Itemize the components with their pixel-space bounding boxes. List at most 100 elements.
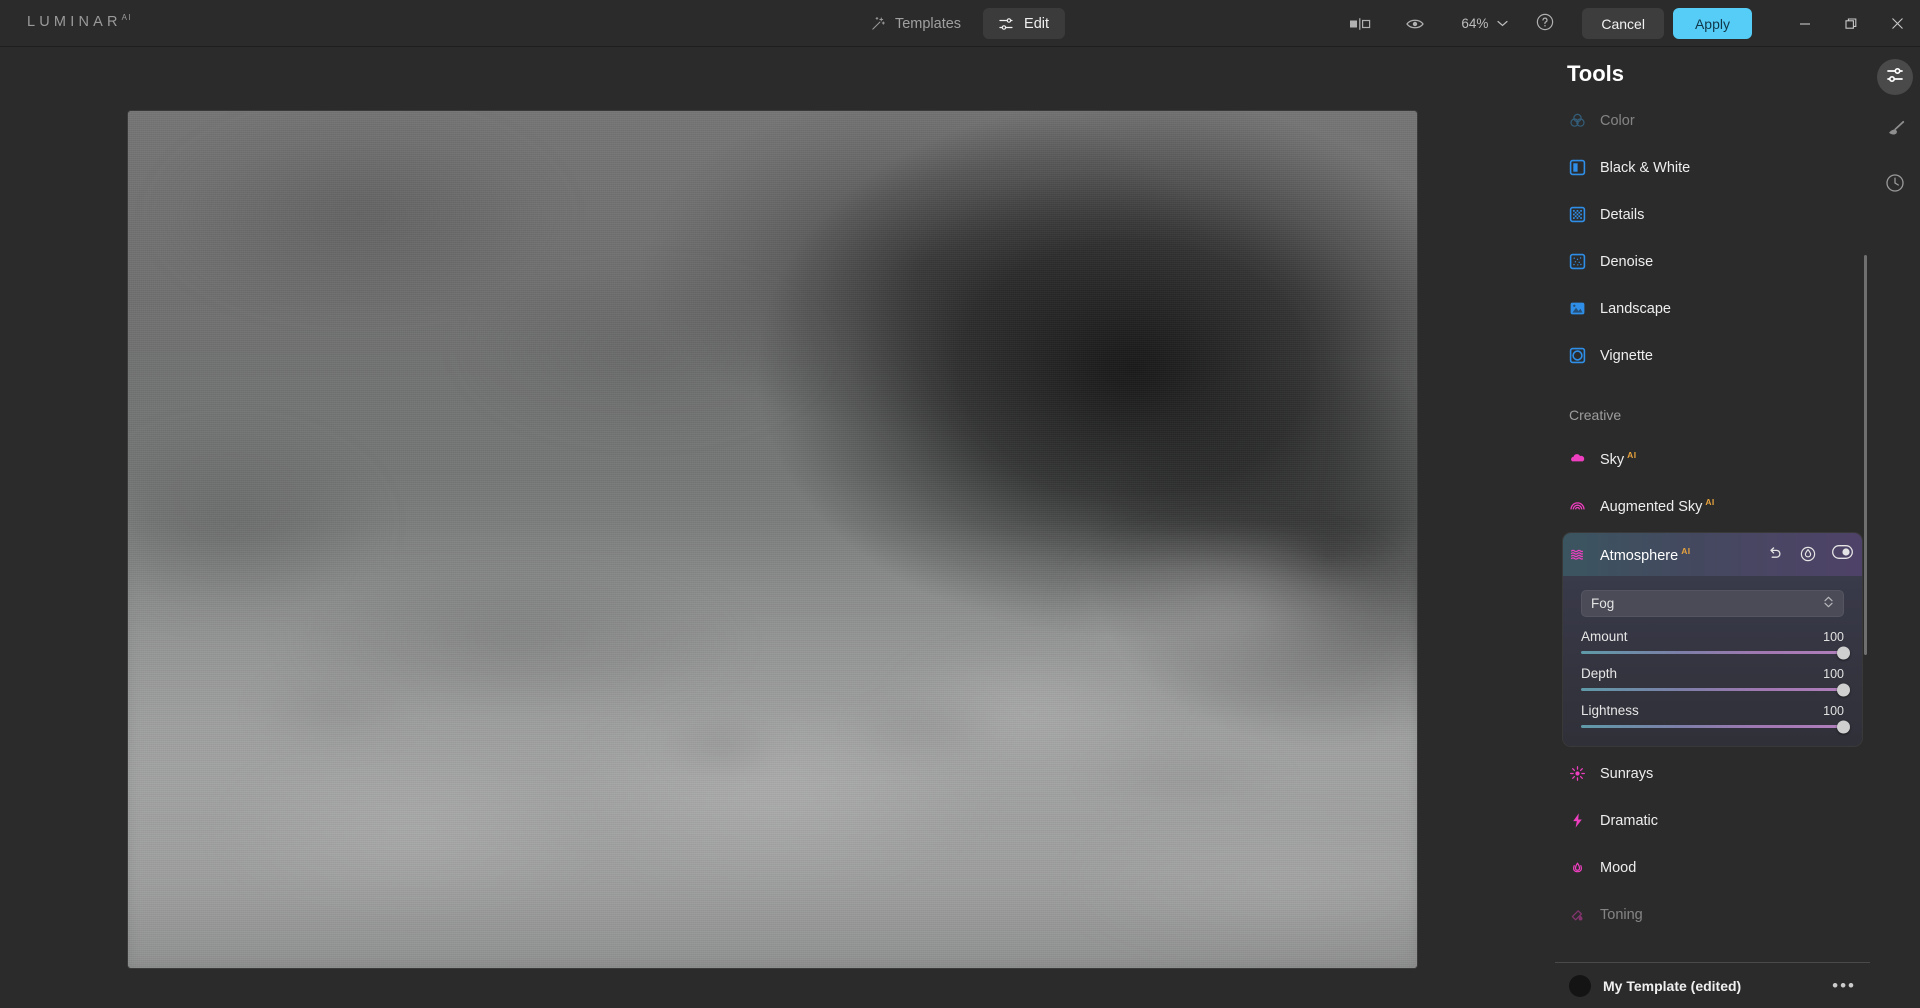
- tool-panel-atmosphere: Atmosphere AI Fog Amount 100 Depth 100 L…: [1563, 533, 1862, 746]
- tool-item-black-and-white[interactable]: Black & White: [1555, 144, 1870, 191]
- eye-icon[interactable]: [1395, 7, 1435, 41]
- slider-lightness[interactable]: Lightness 100: [1581, 703, 1850, 733]
- tool-item-dramatic[interactable]: Dramatic: [1555, 797, 1870, 844]
- masking-brush-icon[interactable]: [1799, 545, 1819, 565]
- luminar-ai-window: LUMINARAI Templates Edit 64% Cancel Appl…: [0, 0, 1920, 1008]
- maximize-icon[interactable]: [1828, 0, 1874, 47]
- sliders-icon: [999, 17, 1015, 31]
- tool-item-augmented-sky[interactable]: Augmented Sky AI: [1555, 482, 1870, 529]
- tab-templates[interactable]: Templates: [855, 8, 977, 39]
- slider-lightness-label: Lightness: [1581, 703, 1639, 718]
- atmosphere-type-select[interactable]: Fog: [1581, 590, 1844, 617]
- app-logo: LUMINARAI: [27, 13, 132, 30]
- slider-depth-knob[interactable]: [1837, 683, 1850, 696]
- waves-icon: [1569, 546, 1586, 563]
- tools-list[interactable]: Color Black & White Details Denoise Land…: [1555, 97, 1870, 1008]
- brand-text: LUMINAR: [27, 13, 122, 30]
- atmosphere-actions: [1766, 544, 1853, 565]
- cancel-button[interactable]: Cancel: [1582, 8, 1664, 39]
- compare-split-icon[interactable]: [1343, 7, 1377, 41]
- window-controls: [1782, 0, 1920, 47]
- close-icon[interactable]: [1874, 0, 1920, 47]
- slider-amount-track[interactable]: [1581, 646, 1850, 659]
- toggle-switch-on-icon[interactable]: [1832, 544, 1853, 565]
- tool-item-vignette[interactable]: Vignette: [1555, 332, 1870, 379]
- tool-label: Denoise: [1600, 253, 1654, 270]
- ai-badge: AI: [1705, 496, 1715, 507]
- tool-item-sunrays[interactable]: Sunrays: [1555, 750, 1870, 797]
- template-thumbnail: [1569, 974, 1591, 997]
- tool-item-toning[interactable]: Toning: [1555, 891, 1870, 938]
- tool-item-sky[interactable]: Sky AI: [1555, 435, 1870, 482]
- top-toolbar: LUMINARAI Templates Edit 64% Cancel Appl…: [0, 0, 1920, 47]
- photo-grain-layer: [128, 111, 1417, 968]
- sliders-adjust-icon: [1885, 66, 1905, 89]
- slider-depth-label: Depth: [1581, 666, 1618, 681]
- slider-amount-label: Amount: [1581, 629, 1628, 644]
- atmosphere-label: Atmosphere AI: [1600, 545, 1691, 564]
- tool-label: Toning: [1600, 906, 1643, 923]
- tool-item-mood[interactable]: Mood: [1555, 844, 1870, 891]
- rail-button-adjustments[interactable]: [1877, 59, 1913, 95]
- tool-label: Color: [1600, 112, 1635, 129]
- cloud-icon: [1569, 450, 1586, 467]
- tool-item-denoise[interactable]: Denoise: [1555, 238, 1870, 285]
- right-icon-rail: [1870, 47, 1920, 1008]
- slider-depth-value: 100: [1823, 667, 1844, 681]
- tab-edit[interactable]: Edit: [983, 8, 1066, 39]
- slider-amount-knob[interactable]: [1837, 646, 1850, 659]
- vignette-icon: [1569, 347, 1586, 364]
- rail-button-brush[interactable]: [1877, 113, 1913, 149]
- lotus-icon: [1569, 859, 1586, 876]
- tool-item-landscape[interactable]: Landscape: [1555, 285, 1870, 332]
- toning-icon: [1569, 906, 1586, 923]
- tool-item-details[interactable]: Details: [1555, 191, 1870, 238]
- question-circle-icon[interactable]: [1534, 11, 1560, 37]
- tools-panel-scrollbar[interactable]: [1864, 255, 1867, 655]
- magic-wand-icon: [871, 16, 886, 31]
- color-circles-icon: [1569, 112, 1586, 129]
- slider-depth-track[interactable]: [1581, 683, 1850, 696]
- denoise-icon: [1569, 253, 1586, 270]
- zoom-level-value: 64%: [1461, 16, 1489, 31]
- slider-amount[interactable]: Amount 100: [1581, 629, 1850, 659]
- details-grid-icon: [1569, 206, 1586, 223]
- tool-label: Dramatic: [1600, 812, 1659, 829]
- slider-lightness-knob[interactable]: [1837, 720, 1850, 733]
- topbar-right-controls: 64% Cancel Apply: [1343, 0, 1920, 47]
- tool-label: Details: [1600, 206, 1645, 223]
- tools-panel: Tools Color Black & White Details Denois…: [1555, 47, 1870, 1008]
- slider-depth-header: Depth 100: [1581, 666, 1844, 681]
- tab-edit-label: Edit: [1024, 15, 1050, 32]
- tab-templates-label: Templates: [894, 15, 962, 32]
- tool-label: Vignette: [1600, 347, 1653, 364]
- history-clock-icon: [1884, 172, 1906, 199]
- black-white-icon: [1569, 159, 1586, 176]
- canvas-area[interactable]: [0, 47, 1565, 1008]
- slider-lightness-track[interactable]: [1581, 720, 1850, 733]
- updown-chevron-icon: [1823, 595, 1834, 612]
- slider-lightness-header: Lightness 100: [1581, 703, 1844, 718]
- apply-button[interactable]: Apply: [1672, 8, 1752, 39]
- slider-depth[interactable]: Depth 100: [1581, 666, 1850, 696]
- atmosphere-type-value: Fog: [1591, 596, 1615, 611]
- page-title: Tools: [1567, 61, 1625, 86]
- zoom-level-selector[interactable]: 64%: [1461, 16, 1508, 31]
- center-navigation: Templates Edit: [855, 0, 1066, 47]
- chevron-down-icon: [1497, 20, 1508, 27]
- rail-button-history[interactable]: [1877, 167, 1913, 203]
- undo-arrow-icon[interactable]: [1766, 545, 1786, 565]
- atmosphere-header[interactable]: Atmosphere AI: [1563, 533, 1862, 576]
- tool-label: Sunrays: [1600, 765, 1654, 782]
- ellipsis-icon[interactable]: •••: [1832, 977, 1856, 994]
- landscape-image-icon: [1569, 300, 1586, 317]
- image-preview[interactable]: [128, 111, 1417, 968]
- minimize-icon[interactable]: [1782, 0, 1828, 47]
- tool-item-color[interactable]: Color: [1555, 97, 1870, 144]
- slider-amount-header: Amount 100: [1581, 629, 1844, 644]
- rainbow-icon: [1569, 497, 1586, 514]
- template-status-bar[interactable]: My Template (edited) •••: [1555, 962, 1870, 1008]
- ai-badge: AI: [1681, 545, 1691, 556]
- slider-amount-value: 100: [1823, 630, 1844, 644]
- tool-label: Sky AI: [1600, 449, 1637, 468]
